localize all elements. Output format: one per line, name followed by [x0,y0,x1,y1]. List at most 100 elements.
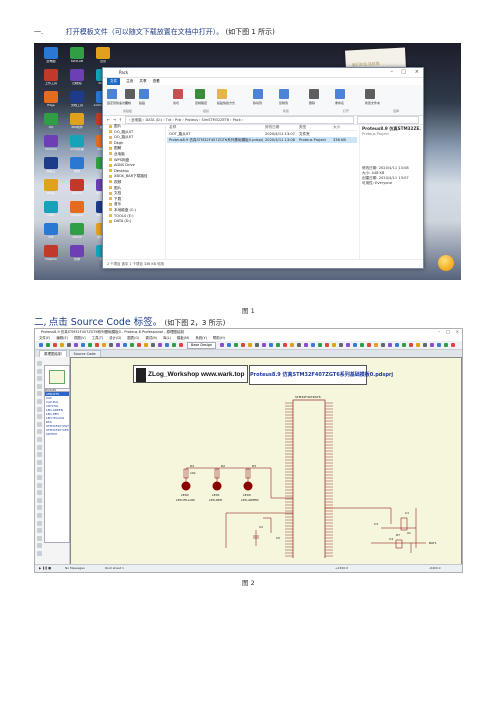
toolbar-icon[interactable] [151,343,155,347]
desktop-app-icon[interactable] [44,135,58,147]
toolbar-icon[interactable] [165,343,169,347]
toolbar-icon[interactable] [95,343,99,347]
close-icon[interactable]: × [415,68,419,77]
ribbon-button-icon[interactable] [195,89,205,99]
toolbar-icon[interactable] [318,343,322,347]
design-dropdown[interactable]: Base Design [187,342,217,349]
desktop-app-icon[interactable] [70,135,84,147]
toolbar-icon[interactable] [67,343,71,347]
mode-tool-icon[interactable] [37,475,42,480]
toolbar-icon[interactable] [360,343,364,347]
toolbar-icon[interactable] [276,343,280,347]
desktop-app-icon[interactable] [44,179,58,191]
mode-tool-icon[interactable] [37,551,42,556]
toolbar-icon[interactable] [109,343,113,347]
column-date[interactable]: 修改日期 [265,124,299,130]
mode-tool-icon[interactable] [37,467,42,473]
toolbar-icon[interactable] [402,343,406,347]
desktop-app-icon[interactable] [44,157,58,169]
tab-home[interactable]: 主页 [126,78,133,85]
toolbar-icon[interactable] [241,343,245,347]
ribbon-button-icon[interactable] [365,89,375,99]
desktop-app-icon[interactable] [70,91,84,103]
toolbar-icon[interactable] [179,343,183,347]
toolbar-icon[interactable] [409,343,413,347]
desktop-app-icon[interactable] [44,47,58,59]
toolbar-icon[interactable] [332,343,336,347]
toolbar-icon[interactable] [46,343,50,347]
toolbar-icon[interactable] [39,343,43,347]
toolbar-icon[interactable] [388,343,392,347]
toolbar-icon[interactable] [123,343,127,347]
file-row-selected[interactable]: Proteus8.9 仿真STM32F407ZGT6系列基础模板0.pdsprj… [167,137,357,143]
play-controls[interactable]: ▶ ❚❚ ■ [39,565,51,572]
up-arrow-icon[interactable]: ↑ [119,118,122,122]
mode-tool-icon[interactable] [37,513,42,518]
toolbar-icon[interactable] [53,343,57,347]
tab-file[interactable]: 文件 [107,78,121,85]
toolbar-icon[interactable] [297,343,301,347]
toolbar-icon[interactable] [367,343,371,347]
desktop-app-icon[interactable] [70,47,84,59]
address-bar[interactable]: › 此电脑 › DATA (D:) › Txt › Pcb › Proteus … [124,116,354,124]
toolbar-icon[interactable] [248,343,252,347]
mode-tool-icon[interactable] [37,490,42,496]
mode-tool-icon[interactable] [37,361,42,366]
maximize-icon[interactable]: □ [446,329,450,335]
ribbon-button-icon[interactable] [217,89,227,99]
desktop-app-icon[interactable] [44,245,58,257]
desktop-app-icon[interactable] [70,113,84,125]
desktop-app-icon[interactable] [70,69,84,81]
desktop-app-icon[interactable] [70,179,84,191]
mode-tool-icon[interactable] [37,414,42,420]
toolbar-icon[interactable] [81,343,85,347]
toolbar-icon[interactable] [220,343,224,347]
toolbar-icon[interactable] [60,343,64,347]
ribbon-button-icon[interactable] [173,89,183,99]
toolbar-icon[interactable] [346,343,350,347]
desktop-app-icon[interactable] [70,245,84,257]
ribbon-button-icon[interactable] [309,89,319,99]
mode-tool-icon[interactable] [37,482,42,488]
desktop-app-icon[interactable] [44,113,58,125]
overview-window[interactable] [44,365,70,389]
close-icon[interactable]: × [456,329,459,335]
desktop-app-icon[interactable] [44,223,58,235]
toolbar-icon[interactable] [116,343,120,347]
toolbar-icon[interactable] [269,343,273,347]
search-input[interactable] [357,116,419,124]
mode-tool-icon[interactable] [37,444,42,450]
toolbar-icon[interactable] [374,343,378,347]
toolbar-icon[interactable] [437,343,441,347]
column-type[interactable]: 类型 [299,124,333,130]
toolbar-icon[interactable] [325,343,329,347]
toolbar-icon[interactable] [158,343,162,347]
mode-tool-icon[interactable] [37,459,42,465]
desktop-app-icon[interactable] [96,47,110,59]
desktop-app-icon[interactable] [44,91,58,103]
desktop-app-icon[interactable] [70,157,84,169]
toolbar-icon[interactable] [74,343,78,347]
mode-tool-icon[interactable] [37,437,42,442]
schematic-canvas[interactable]: ZLog_Workshop www.wark.top Proteus8.9 仿真… [70,357,462,565]
toolbar-icon[interactable] [88,343,92,347]
desktop-app-icon[interactable] [44,201,58,213]
toolbar-icon[interactable] [255,343,259,347]
mode-tool-icon[interactable] [37,391,42,397]
mode-tool-icon[interactable] [37,535,42,541]
ribbon-button-icon[interactable] [279,89,289,99]
back-arrow-icon[interactable]: ← [107,118,110,122]
ribbon-button-icon[interactable] [107,89,117,99]
toolbar-icon[interactable] [451,343,455,347]
toolbar-icon[interactable] [416,343,420,347]
tab-view[interactable]: 查看 [153,78,160,85]
nav-item[interactable]: DATA (D:) [103,219,165,225]
desktop-app-icon[interactable] [70,223,84,235]
mode-tool-icon[interactable] [37,497,42,503]
tab-share[interactable]: 共享 [139,78,146,85]
mode-tool-icon[interactable] [37,406,42,412]
toolbar-icon[interactable] [172,343,176,347]
mode-tool-icon[interactable] [37,376,42,382]
mode-tool-icon[interactable] [37,399,42,404]
mode-tool-icon[interactable] [37,383,42,389]
